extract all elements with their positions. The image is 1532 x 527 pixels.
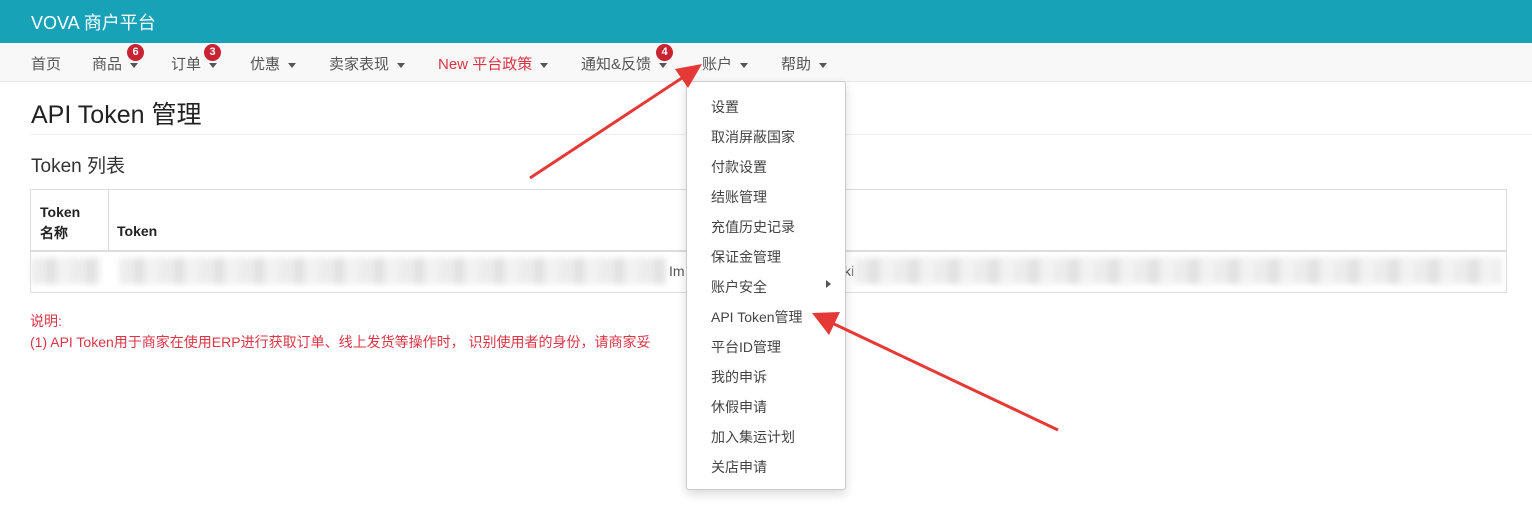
arrow-to-account-menu: [529, 64, 702, 180]
arrow-to-api-token-item: [812, 312, 1059, 432]
annotation-arrows: [529, 64, 1059, 432]
